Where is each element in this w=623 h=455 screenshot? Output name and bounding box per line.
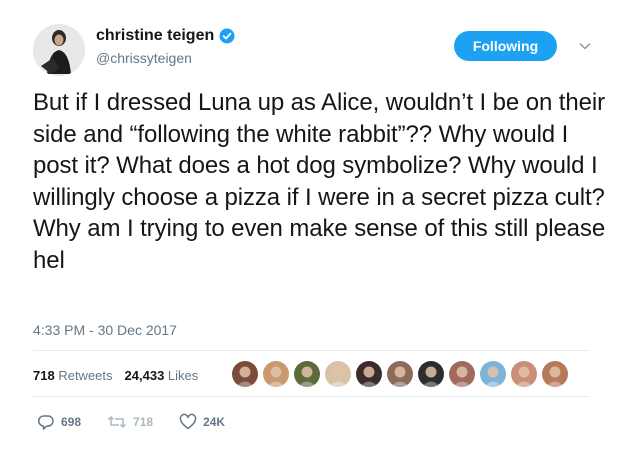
liker-avatar[interactable] — [417, 360, 445, 388]
likes-stat[interactable]: 24,433 Likes — [125, 368, 199, 383]
reply-icon — [38, 415, 54, 430]
reply-button[interactable]: 698 — [37, 413, 81, 431]
verified-badge-icon — [219, 28, 235, 44]
liker-avatar[interactable] — [262, 360, 290, 388]
liker-avatar[interactable] — [355, 360, 383, 388]
retweets-stat-count: 718 — [33, 368, 55, 383]
liker-avatars — [231, 360, 572, 390]
liker-avatar[interactable] — [324, 360, 352, 388]
avatar-image — [33, 24, 85, 76]
avatar[interactable] — [33, 24, 85, 76]
reply-count: 698 — [61, 415, 82, 429]
liker-avatar[interactable] — [448, 360, 476, 388]
retweet-icon — [108, 415, 127, 429]
liker-avatar[interactable] — [510, 360, 538, 388]
retweet-button[interactable]: 718 — [107, 413, 153, 431]
user-handle[interactable]: @chrissyteigen — [96, 50, 192, 66]
likes-stat-count: 24,433 — [124, 368, 165, 383]
tweet-text: But if I dressed Luna up as Alice, would… — [33, 89, 612, 274]
liker-avatar[interactable] — [293, 360, 321, 388]
liker-avatar[interactable] — [231, 360, 259, 388]
tweet-card: christine teigen @chrissyteigen Followin… — [0, 0, 623, 455]
divider-bottom — [33, 396, 590, 397]
liker-avatar[interactable] — [479, 360, 507, 388]
retweet-count: 718 — [133, 415, 154, 429]
tweet-actions: 698 718 24K — [37, 413, 251, 431]
display-name-text[interactable]: christine teigen — [96, 27, 214, 45]
like-button[interactable]: 24K — [179, 413, 225, 431]
tweet-stats: 718 Retweets 24,433 Likes — [33, 368, 198, 383]
retweets-stat-label: Retweets — [58, 368, 113, 383]
retweets-stat[interactable]: 718 Retweets — [33, 368, 113, 383]
likes-stat-label: Likes — [167, 368, 199, 383]
display-name[interactable]: christine teigen — [96, 27, 235, 45]
like-count: 24K — [203, 415, 226, 429]
divider-top — [33, 350, 590, 351]
tweet-timestamp[interactable]: 4:33 PM - 30 Dec 2017 — [33, 322, 177, 338]
liker-avatar[interactable] — [541, 360, 569, 388]
liker-avatar[interactable] — [386, 360, 414, 388]
chevron-down-icon[interactable] — [578, 39, 592, 53]
following-button[interactable]: Following — [454, 31, 557, 61]
heart-icon — [179, 413, 197, 430]
